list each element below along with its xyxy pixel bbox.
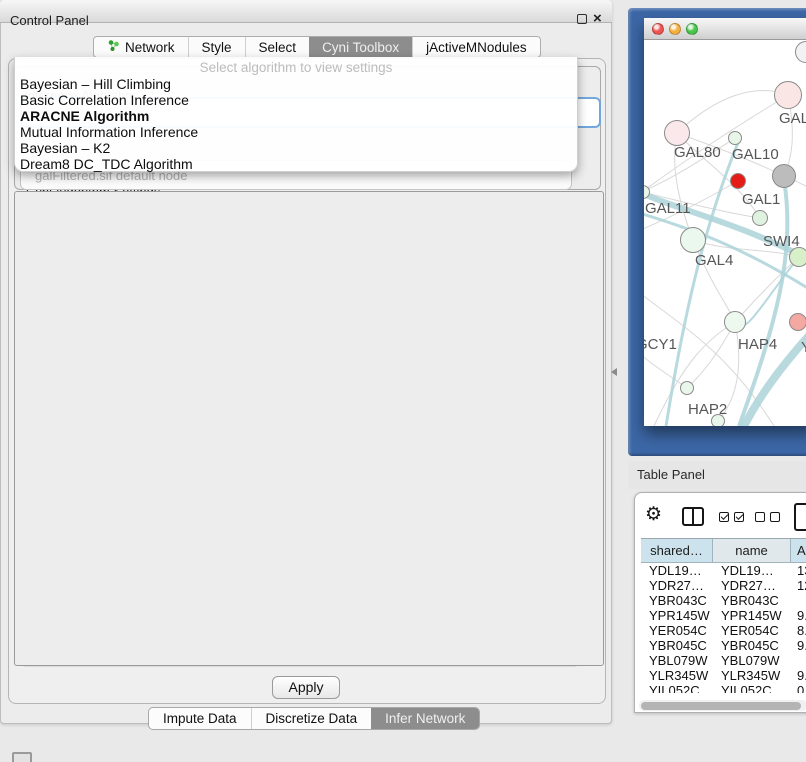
- tab-infer-network[interactable]: Infer Network: [371, 708, 479, 729]
- dropdown-placeholder: Select algorithm to view settings: [15, 60, 577, 75]
- column-header[interactable]: A: [791, 539, 806, 563]
- network-node-selected[interactable]: [730, 173, 746, 189]
- network-node[interactable]: [680, 227, 706, 253]
- table-horizontal-scrollbar[interactable]: [639, 700, 806, 711]
- table-row[interactable]: YER054CYER054C8.: [641, 623, 806, 638]
- node-label: GAL10: [732, 146, 779, 163]
- node-label: GCY1: [644, 336, 677, 353]
- tab-cyni-toolbox[interactable]: Cyni Toolbox: [309, 37, 412, 57]
- network-node[interactable]: [728, 131, 742, 145]
- network-node[interactable]: [772, 164, 796, 188]
- table-panel: ⚙ shared… name A YDL19…YDL19…13 YDR27…YD…: [634, 492, 806, 713]
- column-header[interactable]: name: [713, 539, 791, 563]
- dropdown-item[interactable]: Bayesian – K2: [20, 140, 110, 156]
- bottom-tabbar: Impute Data Discretize Data Infer Networ…: [148, 707, 480, 730]
- table-row[interactable]: YDL19…YDL19…13: [641, 563, 806, 578]
- dropdown-item[interactable]: Basic Correlation Inference: [20, 92, 189, 108]
- tab-impute-data[interactable]: Impute Data: [149, 708, 251, 729]
- network-window-titlebar[interactable]: [644, 18, 806, 40]
- tab-discretize-data[interactable]: Discretize Data: [251, 708, 372, 729]
- table-row[interactable]: YLR345WYLR345W9.: [641, 668, 806, 683]
- node-label: GAL11: [645, 200, 691, 217]
- zoom-traffic-light-icon[interactable]: [686, 23, 698, 35]
- algorithm-dropdown-list: Select algorithm to view settings Bayesi…: [14, 57, 578, 172]
- unchecked-checkbox-icon[interactable]: [770, 512, 780, 522]
- node-label: GAL: [779, 110, 806, 127]
- minimize-traffic-light-icon[interactable]: [669, 23, 681, 35]
- table-row[interactable]: YIL052CYIL052C0.: [641, 683, 806, 693]
- node-label: SWI4: [763, 233, 800, 250]
- column-header[interactable]: shared…: [641, 539, 713, 563]
- tab-style[interactable]: Style: [188, 37, 245, 57]
- float-window-icon[interactable]: [577, 14, 587, 24]
- table-row[interactable]: YDR27…YDR27…12: [641, 578, 806, 593]
- dropdown-item[interactable]: Dream8 DC_TDC Algorithm: [20, 156, 193, 172]
- cyni-algorithm-settings-panel: [14, 191, 604, 666]
- unchecked-checkbox-icon[interactable]: [755, 512, 765, 522]
- gear-icon[interactable]: ⚙: [645, 505, 662, 525]
- network-node[interactable]: [664, 120, 690, 146]
- table-row[interactable]: YPR145WYPR145W9.: [641, 608, 806, 623]
- apply-button[interactable]: Apply: [272, 676, 340, 699]
- node-label: Y: [801, 339, 806, 356]
- network-view-window: GAL GAL80 GAL10 GAL11 GAL1 SWI4 GAL4 GCY…: [644, 18, 806, 426]
- network-node[interactable]: [724, 311, 746, 333]
- network-node[interactable]: [789, 247, 806, 267]
- network-node[interactable]: [680, 381, 694, 395]
- table-body: YDL19…YDL19…13 YDR27…YDR27…12 YBR043CYBR…: [641, 563, 806, 693]
- function-builder-icon[interactable]: [794, 503, 806, 531]
- close-icon[interactable]: ×: [593, 10, 602, 28]
- node-label: HAP4: [738, 336, 777, 353]
- table-row[interactable]: YBR045CYBR045C9.: [641, 638, 806, 653]
- node-label: GAL80: [674, 144, 721, 161]
- node-label: GAL1: [742, 191, 780, 208]
- dropdown-item[interactable]: Mutual Information Inference: [20, 124, 198, 140]
- screen: Control Panel × Network Style Select Cyn…: [0, 0, 806, 762]
- network-node[interactable]: [752, 210, 768, 226]
- control-panel-title: Control Panel: [10, 13, 89, 28]
- column-chooser-icon[interactable]: [682, 507, 704, 526]
- dropdown-item-selected[interactable]: ARACNE Algorithm: [20, 108, 149, 124]
- table-header-row: shared… name A: [641, 538, 806, 563]
- network-node[interactable]: [789, 313, 806, 331]
- dropdown-item[interactable]: Bayesian – Hill Climbing: [20, 76, 171, 92]
- control-panel-tabbar: Network Style Select Cyni Toolbox jActiv…: [93, 36, 541, 58]
- close-traffic-light-icon[interactable]: [652, 23, 664, 35]
- docked-panel-icon[interactable]: [12, 752, 32, 762]
- tab-network[interactable]: Network: [94, 37, 188, 57]
- node-label: GAL4: [695, 252, 733, 269]
- node-label: HAP2: [688, 401, 727, 418]
- checked-checkbox-icon[interactable]: [734, 512, 744, 522]
- tab-jactivemnodules[interactable]: jActiveMNodules: [412, 37, 540, 57]
- network-graph-icon: [107, 39, 120, 55]
- tab-select[interactable]: Select: [245, 37, 310, 57]
- control-panel-titlebar[interactable]: [0, 0, 612, 23]
- table-row[interactable]: YBR043CYBR043C: [641, 593, 806, 608]
- split-pane-collapse-icon[interactable]: [607, 368, 617, 376]
- checked-checkbox-icon[interactable]: [719, 512, 729, 522]
- network-node[interactable]: [774, 81, 802, 109]
- table-panel-title: Table Panel: [637, 467, 705, 482]
- network-canvas[interactable]: GAL GAL80 GAL10 GAL11 GAL1 SWI4 GAL4 GCY…: [644, 40, 806, 426]
- table-row[interactable]: YBL079WYBL079W: [641, 653, 806, 668]
